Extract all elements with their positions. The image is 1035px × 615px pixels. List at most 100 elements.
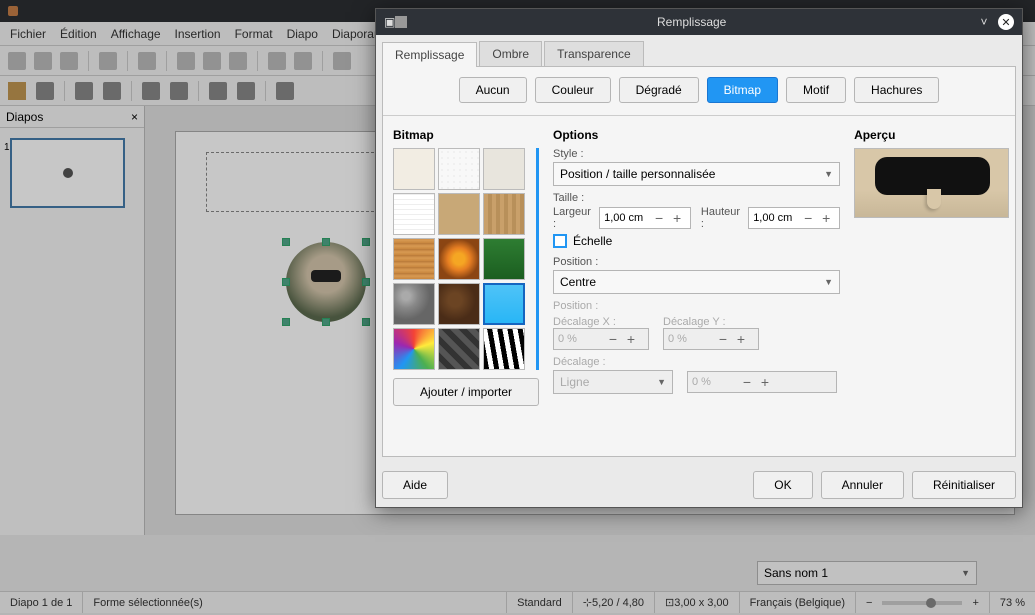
zoom-percent[interactable]: 73 % [990,592,1035,613]
width-spinner[interactable]: − + [599,207,691,229]
status-language[interactable]: Français (Belgique) [740,592,856,613]
scale-label: Échelle [573,234,612,248]
offsetx-input [554,333,604,345]
help-button[interactable]: Aide [382,471,448,499]
pointer-icon[interactable] [8,82,26,100]
fill-gradient-button[interactable]: Dégradé [619,77,699,103]
bitmap-swatch[interactable] [393,283,435,325]
bitmap-swatch[interactable] [393,148,435,190]
bitmap-swatch[interactable] [393,238,435,280]
bitmap-swatch[interactable] [483,238,525,280]
height-spinner[interactable]: − + [748,207,840,229]
template-select[interactable]: Sans nom 1▼ [757,561,977,585]
fill-pattern-button[interactable]: Motif [786,77,846,103]
pin-icon[interactable] [395,16,407,28]
zoom-slider[interactable] [882,601,962,605]
slides-panel: Diapos × 1 [0,106,145,535]
bitmap-column: Bitmap Aj [393,128,539,446]
status-slide: Diapo 1 de 1 [0,592,83,613]
fill-none-button[interactable]: Aucun [459,77,527,103]
zoom-in-icon[interactable]: + [972,597,978,609]
bitmap-swatch[interactable] [438,148,480,190]
copy-icon[interactable] [203,52,221,70]
menu-fichier[interactable]: Fichier [10,27,46,41]
zoom-controls[interactable]: − + [856,592,990,613]
bitmap-swatch[interactable] [483,193,525,235]
width-minus-icon[interactable]: − [650,211,668,225]
status-selection: Forme sélectionnée(s) [83,592,507,613]
preview-heading: Aperçu [854,128,1009,142]
zoom-out-icon[interactable]: − [866,597,872,609]
menu-edition[interactable]: Édition [60,27,97,41]
reset-button[interactable]: Réinitialiser [912,471,1016,499]
size-label: Taille : [553,192,840,204]
width-plus-icon[interactable]: + [668,211,686,225]
fill-color-button[interactable]: Couleur [535,77,611,103]
dialog-tabs: Remplissage Ombre Transparence [376,35,1022,66]
slide-thumbnail[interactable]: 1 [10,138,125,208]
line-icon[interactable] [142,82,160,100]
dialog-footer: Aide OK Annuler Réinitialiser [376,463,1022,507]
tab-ombre[interactable]: Ombre [479,41,542,66]
new-icon[interactable] [8,52,26,70]
width-input[interactable] [600,212,650,224]
height-input[interactable] [749,212,799,224]
fill-type-row: Aucun Couleur Dégradé Bitmap Motif Hachu… [393,77,1005,103]
dialog-titlebar[interactable]: ▣ Remplissage ˅ ✕ [376,9,1022,35]
grid-icon[interactable] [333,52,351,70]
menu-diapo[interactable]: Diapo [287,27,318,41]
open-icon[interactable] [34,52,52,70]
keep-above-icon[interactable]: ▣ [384,15,395,29]
menu-affichage[interactable]: Affichage [111,27,161,41]
undo-icon[interactable] [268,52,286,70]
minimize-icon[interactable]: ˅ [976,14,992,30]
export-icon[interactable] [99,52,117,70]
print-icon[interactable] [138,52,156,70]
close-panel-icon[interactable]: × [131,110,138,124]
offsety-input [664,333,714,345]
tab-transparence[interactable]: Transparence [544,41,644,66]
bitmap-swatch[interactable] [393,193,435,235]
bitmap-swatch[interactable] [483,328,525,370]
options-column: Options Style : Position / taille person… [553,128,840,446]
options-heading: Options [553,128,840,142]
align-icon[interactable] [237,82,255,100]
crop-icon[interactable] [103,82,121,100]
save-icon[interactable] [60,52,78,70]
selected-image[interactable] [286,242,366,322]
cut-icon[interactable] [177,52,195,70]
height-minus-icon[interactable]: − [799,211,817,225]
ok-button[interactable]: OK [753,471,812,499]
slides-panel-title: Diapos [6,110,43,124]
add-import-button[interactable]: Ajouter / importer [393,378,539,406]
statusbar: Diapo 1 de 1 Forme sélectionnée(s) Stand… [0,591,1035,613]
height-plus-icon[interactable]: + [817,211,835,225]
offsety-label: Décalage Y : [663,316,726,328]
preview-image [854,148,1009,218]
bitmap-swatch[interactable] [483,148,525,190]
fill-bitmap-button[interactable]: Bitmap [707,77,778,103]
fill-hatch-button[interactable]: Hachures [854,77,939,103]
bitmap-swatch-selected[interactable] [483,283,525,325]
menu-format[interactable]: Format [235,27,273,41]
bitmap-swatch[interactable] [438,238,480,280]
bitmap-swatch[interactable] [438,193,480,235]
scale-checkbox[interactable] [553,234,567,248]
bitmap-swatch[interactable] [393,328,435,370]
close-icon[interactable]: ✕ [998,14,1014,30]
fill-icon[interactable] [170,82,188,100]
bitmap-swatch[interactable] [438,283,480,325]
bitmap-swatch[interactable] [438,328,480,370]
tiling-value-input [688,376,738,388]
tab-remplissage[interactable]: Remplissage [382,42,477,67]
cancel-button[interactable]: Annuler [821,471,904,499]
style-select[interactable]: Position / taille personnalisée▼ [553,162,840,186]
position-select[interactable]: Centre▼ [553,270,840,294]
shape-insert-icon[interactable] [276,82,294,100]
shadow-icon[interactable] [75,82,93,100]
menu-insertion[interactable]: Insertion [175,27,221,41]
paste-icon[interactable] [229,52,247,70]
redo-icon[interactable] [294,52,312,70]
arrange-icon[interactable] [209,82,227,100]
zoom-icon[interactable] [36,82,54,100]
